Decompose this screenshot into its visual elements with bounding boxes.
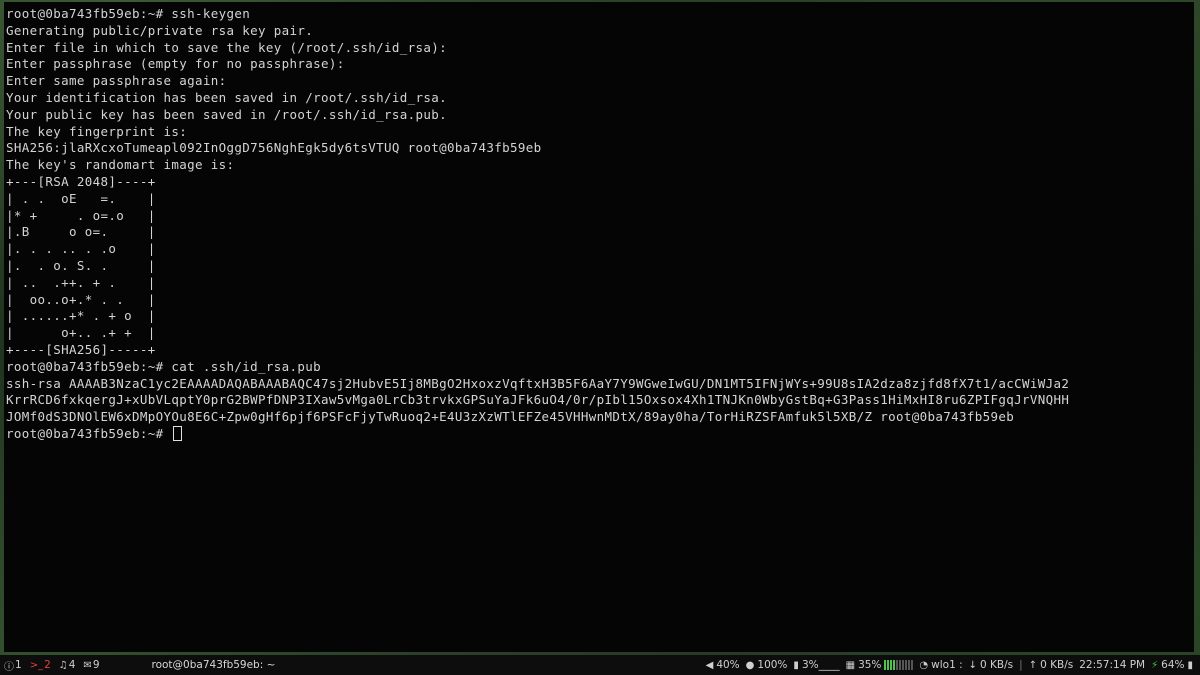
terminal-cursor — [173, 425, 183, 441]
memory-value: 35% — [858, 659, 882, 671]
workspace-2[interactable]: >_ 2 — [30, 659, 51, 671]
clock-time: 22:57:14 PM — [1079, 659, 1146, 671]
randomart-line: | . . oE =. | — [6, 190, 156, 206]
mail-icon: ✉ — [83, 659, 92, 671]
terminal-line: Enter passphrase (empty for no passphras… — [6, 56, 345, 72]
upload-arrow-icon: ↑ — [1028, 659, 1038, 671]
randomart-line: | o+.. .+ + | — [6, 325, 156, 341]
cpu-icon: ▮ — [793, 659, 799, 671]
clock-module[interactable]: 22:57:14 PM — [1079, 659, 1145, 671]
memory-meter-bar — [902, 660, 905, 670]
download-speed: 0 KB/s — [980, 659, 1014, 671]
memory-meter — [884, 660, 914, 670]
workspace-label: 2 — [44, 659, 51, 671]
terminal-line: Enter same passphrase again: — [6, 73, 227, 89]
workspace-1[interactable]: ⓘ 1 — [4, 658, 22, 673]
battery-module[interactable]: ⚡ 64% ▮ — [1151, 659, 1196, 671]
info-circle-icon: ⓘ — [4, 661, 14, 673]
workspace-label: 4 — [68, 659, 76, 671]
battery-icon: ▮ — [1187, 659, 1193, 671]
randomart-line: | ......+* . + o | — [6, 308, 156, 324]
memory-module: ▦ 35% — [846, 659, 914, 671]
memory-meter-bar — [908, 660, 911, 670]
charging-icon: ⚡ — [1151, 659, 1159, 671]
volume-value: 40% — [716, 659, 740, 671]
network-module[interactable]: ◔ wlo1 : — [919, 659, 962, 671]
brightness-icon: ● — [745, 659, 755, 671]
status-bar: ⓘ 1 >_ 2 ♫ 4 ✉ 9 root@0ba743fb59eb: ~ ◀ … — [0, 655, 1200, 675]
workspace-9[interactable]: ✉ 9 — [83, 659, 99, 671]
randomart-line: |* + . o=.o | — [6, 207, 156, 223]
public-key-line: KrrRCD6fxkqergJ+xUbVLqptY0prG2BWPfDNP3IX… — [6, 392, 1070, 408]
terminal-window[interactable]: root@0ba743fb59eb:~# ssh-keygen Generati… — [4, 2, 1194, 652]
terminal-line: Generating public/private rsa key pair. — [6, 22, 314, 38]
randomart-line: +----[SHA256]-----+ — [6, 341, 156, 357]
randomart-line: |.B o o=. | — [6, 224, 156, 240]
terminal-line: Enter file in which to save the key (/ro… — [6, 39, 448, 55]
cpu-module: ▮ 3% ____ — [793, 659, 839, 671]
memory-meter-bar — [884, 660, 887, 670]
randomart-line: | .. .++. + . | — [6, 274, 156, 290]
cpu-graph: ____ — [818, 659, 840, 671]
brightness-module[interactable]: ● 100% — [746, 659, 788, 671]
terminal-line: The key fingerprint is: — [6, 123, 188, 139]
randomart-line: |. . o. S. . | — [6, 257, 156, 273]
active-window-title: root@0ba743fb59eb: ~ — [151, 659, 276, 671]
memory-meter-bar — [905, 660, 908, 670]
brightness-value: 100% — [757, 659, 788, 671]
memory-meter-bar — [890, 660, 893, 670]
upload-module: ↑ 0 KB/s — [1029, 659, 1074, 671]
divider: | — [1019, 659, 1023, 671]
memory-meter-bar — [899, 660, 902, 670]
memory-meter-bar — [911, 660, 914, 670]
randomart-line: | oo..o+.* . . | — [6, 291, 156, 307]
download-module: ↓ 0 KB/s — [969, 659, 1014, 671]
wifi-icon: ◔ — [919, 659, 929, 671]
memory-meter-bar — [893, 660, 896, 670]
speaker-icon: ◀ — [705, 659, 714, 671]
terminal-line: The key's randomart image is: — [6, 157, 235, 173]
network-interface: wlo1 : — [931, 659, 963, 671]
cpu-value: 3% — [801, 659, 819, 671]
upload-speed: 0 KB/s — [1040, 659, 1074, 671]
music-icon: ♫ — [58, 659, 68, 671]
randomart-line: |. . . .. . .o | — [6, 241, 156, 257]
shell-prompt: root@0ba743fb59eb:~# — [6, 425, 172, 441]
volume-module[interactable]: ◀ 40% — [706, 659, 740, 671]
terminal-line: root@0ba743fb59eb:~# ssh-keygen — [6, 6, 251, 21]
public-key-line: ssh-rsa AAAAB3NzaC1yc2EAAAADAQABAAABAQC4… — [6, 375, 1070, 391]
randomart-line: +---[RSA 2048]----+ — [6, 173, 156, 189]
terminal-line: Your public key has been saved in /root/… — [6, 106, 448, 122]
memory-icon: ▦ — [845, 659, 856, 671]
memory-meter-bar — [887, 660, 890, 670]
terminal-line: SHA256:jlaRXcxoTumeapl092InOggD756NghEgk… — [6, 140, 542, 156]
terminal-icon: >_ — [29, 659, 44, 671]
battery-value: 64% — [1161, 659, 1185, 671]
terminal-line: root@0ba743fb59eb:~# cat .ssh/id_rsa.pub — [6, 358, 322, 374]
download-arrow-icon: ↓ — [968, 659, 978, 671]
workspace-4[interactable]: ♫ 4 — [59, 659, 76, 671]
workspace-label: 1 — [15, 659, 22, 671]
public-key-line: JOMf0dS3DNOlEW6xDMpOYOu8E6C+Zpw0gHf6pjf6… — [6, 409, 1015, 425]
memory-meter-bar — [896, 660, 899, 670]
terminal-line: Your identification has been saved in /r… — [6, 89, 448, 105]
workspace-label: 9 — [92, 659, 100, 671]
terminal-prompt-line[interactable]: root@0ba743fb59eb:~# — [6, 425, 1194, 443]
